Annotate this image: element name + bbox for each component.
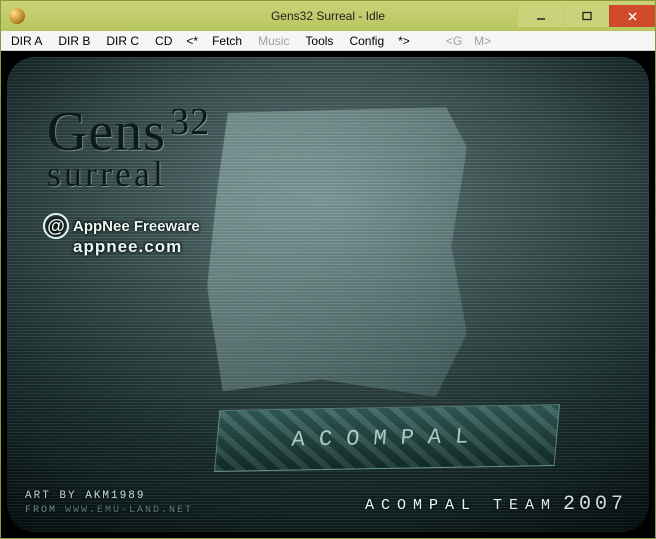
- team-year: 2007: [563, 493, 627, 516]
- window-controls: [517, 5, 655, 27]
- banner-text: ACOMPAL: [291, 424, 484, 452]
- crt-screen: Gens32 surreal @AppNee Freeware appnee.c…: [7, 57, 649, 532]
- menu-item-dir-a[interactable]: DIR A: [3, 32, 50, 50]
- acompal-banner: ACOMPAL: [214, 404, 560, 472]
- from-url: WWW.EMU-LAND.NET: [65, 505, 193, 516]
- app-window: Gens32 Surreal - Idle DIR ADIR BDIR CCD<…: [0, 0, 656, 539]
- minimize-button[interactable]: [517, 5, 563, 27]
- menu-item-m: M>: [468, 32, 497, 50]
- menu-item-[interactable]: *>: [392, 32, 416, 50]
- menu-item-[interactable]: <*: [180, 32, 204, 50]
- menu-item-music: Music: [250, 32, 297, 50]
- titlebar[interactable]: Gens32 Surreal - Idle: [1, 1, 655, 31]
- appnee-watermark: @AppNee Freeware appnee.com: [43, 213, 200, 257]
- watermark-line1: AppNee Freeware: [73, 218, 200, 235]
- maximize-button[interactable]: [563, 5, 609, 27]
- menu-item-dir-b[interactable]: DIR B: [50, 32, 98, 50]
- menu-item-config[interactable]: Config: [341, 32, 392, 50]
- close-button[interactable]: [609, 5, 655, 27]
- app-logo: Gens32 surreal: [47, 109, 206, 189]
- logo-text-surreal: surreal: [47, 159, 206, 190]
- from-label: FROM: [25, 505, 57, 516]
- maximize-icon: [582, 11, 592, 21]
- watermark-line2: appnee.com: [73, 237, 200, 257]
- menu-item-cd[interactable]: CD: [147, 32, 180, 50]
- minimize-icon: [536, 11, 546, 21]
- torn-paper-graphic: [207, 107, 467, 397]
- at-sign-icon: @: [43, 213, 69, 239]
- logo-text-32: 32: [170, 101, 210, 143]
- art-by-label: ART BY: [25, 490, 77, 502]
- close-icon: [627, 11, 638, 22]
- menu-item-fetch[interactable]: Fetch: [204, 32, 250, 50]
- credits-right: ACOMPAL TEAM 2007: [365, 493, 627, 516]
- content-area: Gens32 surreal @AppNee Freeware appnee.c…: [1, 51, 655, 538]
- app-icon: [9, 8, 25, 24]
- team-label: ACOMPAL TEAM: [365, 497, 557, 514]
- menu-item-g: <G: [440, 32, 468, 50]
- credits-left: ART BY AKM1989 FROM WWW.EMU-LAND.NET: [25, 489, 193, 518]
- art-by-value: AKM1989: [85, 490, 145, 502]
- menubar: DIR ADIR BDIR CCD<*FetchMusicToolsConfig…: [1, 31, 655, 51]
- menu-item-tools[interactable]: Tools: [297, 32, 341, 50]
- menu-item-dir-c[interactable]: DIR C: [98, 32, 147, 50]
